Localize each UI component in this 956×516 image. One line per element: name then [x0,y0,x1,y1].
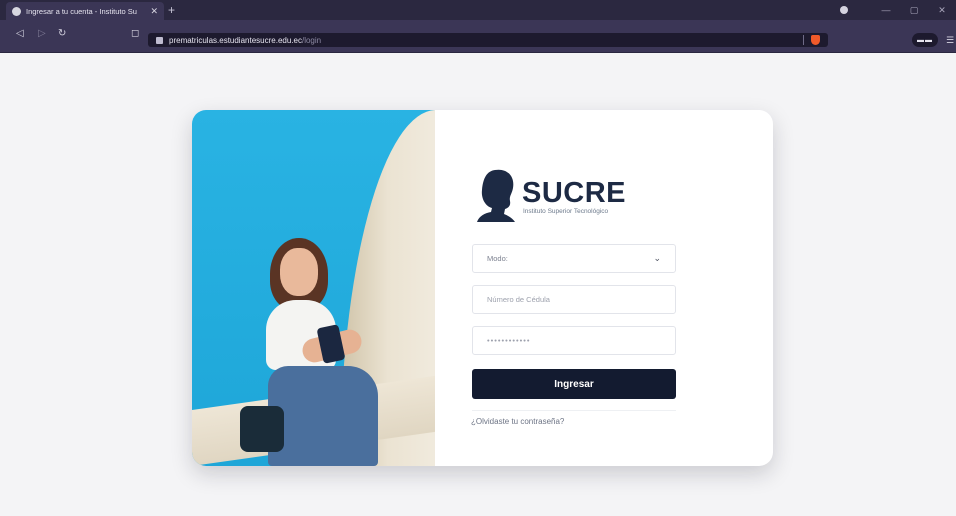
profile-head-logo-icon [477,169,515,222]
chevron-down-icon: ⌄ [653,253,661,263]
login-button[interactable]: Ingresar [472,369,676,399]
mode-select[interactable]: Modo: ⌄ [472,244,676,273]
private-window-icon[interactable]: ▬▬ [912,33,938,47]
new-tab-button[interactable]: + [168,2,175,18]
close-tab-icon[interactable]: ✕ [150,6,158,17]
photo-person [240,238,410,466]
extension-icon[interactable] [840,6,848,14]
close-window-icon[interactable]: ✕ [928,5,956,16]
reload-icon[interactable]: ↻ [58,28,66,39]
sucre-logo: SUCRE Instituto Superior Tecnológico [473,168,633,222]
minimize-icon[interactable]: — [872,5,900,15]
forgot-password-link[interactable]: ¿Olvidaste tu contraseña? [471,417,564,426]
browser-tab[interactable]: Ingresar a tu cuenta - Instituto Su ✕ [6,2,164,20]
login-form: SUCRE Instituto Superior Tecnológico Mod… [435,110,773,466]
window-controls: — ▢ ✕ [840,0,956,20]
url-host: prematriculas.estudiantesucre.edu.ec [169,35,302,45]
lock-icon [156,36,163,44]
back-icon[interactable]: ◁ [16,28,24,39]
maximize-icon[interactable]: ▢ [900,5,928,16]
mode-select-value: Modo: [487,254,508,263]
url-path: /login [301,35,322,45]
brave-shield-icon[interactable] [811,35,820,45]
person-bag [240,406,284,452]
logo-wordmark: SUCRE [522,177,627,209]
globe-icon [12,6,21,16]
password-input[interactable]: •••••••••••• [472,326,676,355]
cedula-input[interactable]: Número de Cédula [472,285,676,314]
menu-icon[interactable]: ☰ [946,35,954,46]
form-divider [472,410,676,411]
person-jeans [268,366,378,466]
browser-tab-bar: Ingresar a tu cuenta - Instituto Su ✕ + … [0,0,956,20]
login-card: SUCRE Instituto Superior Tecnológico Mod… [192,110,773,466]
address-divider [803,35,804,45]
browser-navbar: ◁ ▷ ↻ ◻ prematriculas.estudiantesucre.ed… [0,20,956,53]
logo-subtitle: Instituto Superior Tecnológico [523,208,609,215]
hero-photo [192,110,435,466]
tab-title: Ingresar a tu cuenta - Instituto Su [26,6,137,16]
address-bar[interactable]: prematriculas.estudiantesucre.edu.ec /lo… [148,33,828,47]
person-face [280,248,318,296]
bookmark-icon[interactable]: ◻ [131,28,139,39]
forward-icon[interactable]: ▷ [38,28,46,39]
